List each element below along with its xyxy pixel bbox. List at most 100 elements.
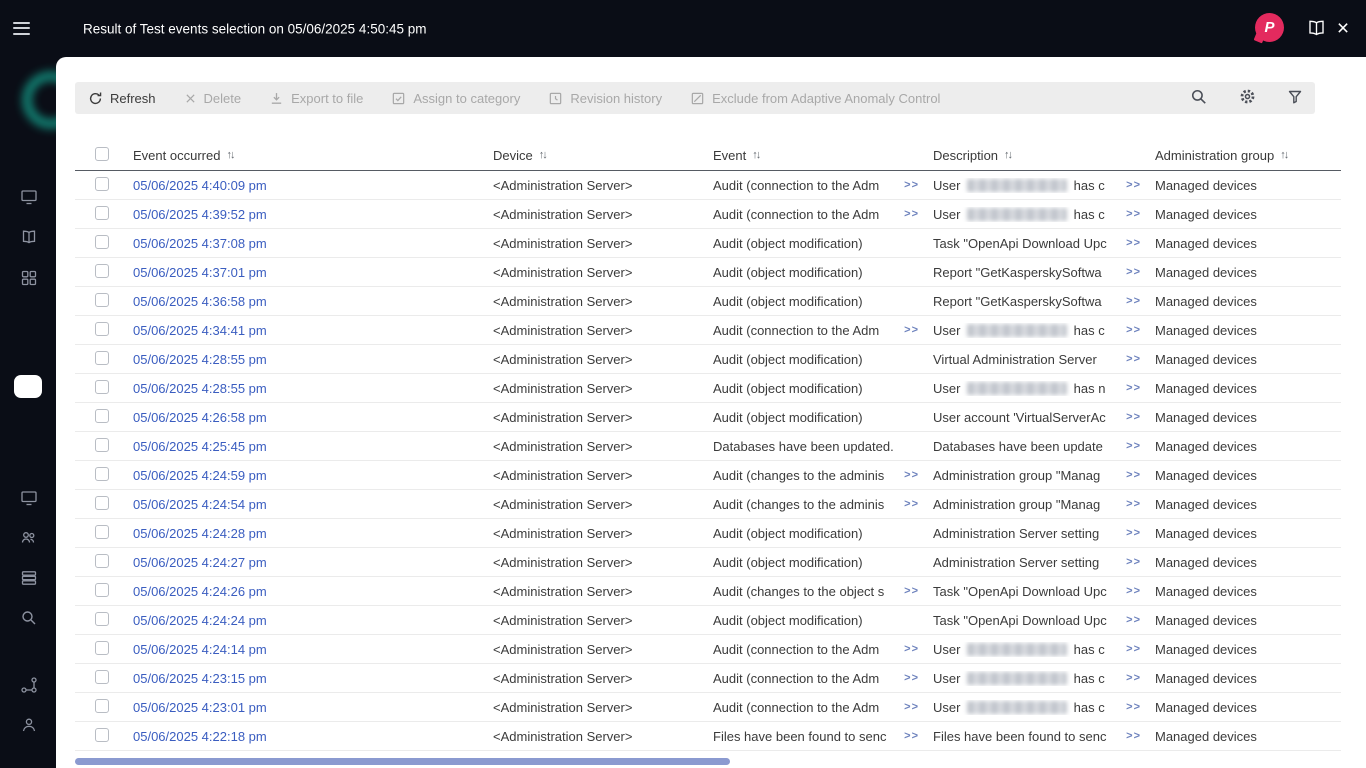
- row-checkbox[interactable]: [95, 524, 109, 539]
- desc-expand-link[interactable]: >>: [1126, 411, 1141, 423]
- desc-expand-link[interactable]: >>: [1126, 382, 1141, 394]
- row-checkbox[interactable]: [95, 176, 109, 191]
- event-expand-link[interactable]: >>: [904, 701, 919, 713]
- table-row[interactable]: 05/06/2025 4:23:01 pm <Administration Se…: [75, 693, 1341, 722]
- table-row[interactable]: 05/06/2025 4:37:08 pm <Administration Se…: [75, 229, 1341, 258]
- event-expand-link[interactable]: >>: [904, 643, 919, 655]
- event-time-link[interactable]: 05/06/2025 4:26:58 pm: [133, 410, 267, 425]
- table-row[interactable]: 05/06/2025 4:22:18 pm <Administration Se…: [75, 722, 1341, 751]
- revision-history-button[interactable]: Revision history: [548, 91, 662, 106]
- desc-expand-link[interactable]: >>: [1126, 324, 1141, 336]
- row-checkbox[interactable]: [95, 205, 109, 220]
- row-checkbox[interactable]: [95, 263, 109, 278]
- monitoring-monitor-icon[interactable]: [20, 188, 38, 206]
- row-checkbox[interactable]: [95, 611, 109, 626]
- event-time-link[interactable]: 05/06/2025 4:24:27 pm: [133, 555, 267, 570]
- close-icon[interactable]: ×: [1328, 14, 1358, 44]
- row-checkbox[interactable]: [95, 553, 109, 568]
- menu-icon[interactable]: [13, 22, 30, 38]
- desc-expand-link[interactable]: >>: [1126, 498, 1141, 510]
- desc-expand-link[interactable]: >>: [1126, 353, 1141, 365]
- event-time-link[interactable]: 05/06/2025 4:36:58 pm: [133, 294, 267, 309]
- search-icon[interactable]: [1189, 88, 1209, 108]
- event-time-link[interactable]: 05/06/2025 4:37:08 pm: [133, 236, 267, 251]
- table-row[interactable]: 05/06/2025 4:39:52 pm <Administration Se…: [75, 200, 1341, 229]
- table-row[interactable]: 05/06/2025 4:23:15 pm <Administration Se…: [75, 664, 1341, 693]
- table-row[interactable]: 05/06/2025 4:28:55 pm <Administration Se…: [75, 374, 1341, 403]
- desc-expand-link[interactable]: >>: [1126, 556, 1141, 568]
- desc-expand-link[interactable]: >>: [1126, 643, 1141, 655]
- event-time-link[interactable]: 05/06/2025 4:28:55 pm: [133, 352, 267, 367]
- event-time-link[interactable]: 05/06/2025 4:24:26 pm: [133, 584, 267, 599]
- desc-expand-link[interactable]: >>: [1126, 701, 1141, 713]
- desc-expand-link[interactable]: >>: [1126, 469, 1141, 481]
- table-row[interactable]: 05/06/2025 4:24:59 pm <Administration Se…: [75, 461, 1341, 490]
- settings-gear-icon[interactable]: [1237, 88, 1257, 108]
- users-icon[interactable]: [20, 529, 38, 547]
- row-checkbox[interactable]: [95, 727, 109, 742]
- desc-expand-link[interactable]: >>: [1126, 672, 1141, 684]
- event-expand-link[interactable]: >>: [904, 498, 919, 510]
- desc-expand-link[interactable]: >>: [1126, 527, 1141, 539]
- event-expand-link[interactable]: >>: [904, 730, 919, 742]
- event-expand-link[interactable]: >>: [904, 469, 919, 481]
- row-checkbox[interactable]: [95, 292, 109, 307]
- event-expand-link[interactable]: >>: [904, 208, 919, 220]
- row-checkbox[interactable]: [95, 437, 109, 452]
- table-row[interactable]: 05/06/2025 4:40:09 pm <Administration Se…: [75, 171, 1341, 200]
- server-stack-icon[interactable]: [20, 569, 38, 587]
- row-checkbox[interactable]: [95, 350, 109, 365]
- row-checkbox[interactable]: [95, 669, 109, 684]
- sort-icon[interactable]: ↑↓: [1004, 149, 1013, 161]
- reports-book-icon[interactable]: [20, 228, 38, 246]
- table-row[interactable]: 05/06/2025 4:36:58 pm <Administration Se…: [75, 287, 1341, 316]
- event-time-link[interactable]: 05/06/2025 4:28:55 pm: [133, 381, 267, 396]
- exclude-anomaly-button[interactable]: Exclude from Adaptive Anomaly Control: [690, 91, 940, 106]
- table-row[interactable]: 05/06/2025 4:24:24 pm <Administration Se…: [75, 606, 1341, 635]
- horizontal-scrollbar[interactable]: [75, 758, 730, 765]
- event-time-link[interactable]: 05/06/2025 4:24:28 pm: [133, 526, 267, 541]
- desc-expand-link[interactable]: >>: [1126, 295, 1141, 307]
- table-row[interactable]: 05/06/2025 4:37:01 pm <Administration Se…: [75, 258, 1341, 287]
- table-row[interactable]: 05/06/2025 4:34:41 pm <Administration Se…: [75, 316, 1341, 345]
- event-time-link[interactable]: 05/06/2025 4:40:09 pm: [133, 178, 267, 193]
- assign-to-category-button[interactable]: Assign to category: [391, 91, 520, 106]
- row-checkbox[interactable]: [95, 321, 109, 336]
- table-row[interactable]: 05/06/2025 4:25:45 pm <Administration Se…: [75, 432, 1341, 461]
- sort-icon[interactable]: ↑↓: [226, 149, 235, 161]
- event-time-link[interactable]: 05/06/2025 4:22:18 pm: [133, 729, 267, 744]
- table-row[interactable]: 05/06/2025 4:24:26 pm <Administration Se…: [75, 577, 1341, 606]
- column-header-event[interactable]: Event ↑↓: [713, 148, 933, 163]
- event-time-link[interactable]: 05/06/2025 4:24:24 pm: [133, 613, 267, 628]
- column-header-device[interactable]: Device ↑↓: [493, 148, 713, 163]
- row-checkbox[interactable]: [95, 234, 109, 249]
- refresh-button[interactable]: Refresh: [88, 91, 156, 106]
- desc-expand-link[interactable]: >>: [1126, 730, 1141, 742]
- event-time-link[interactable]: 05/06/2025 4:23:15 pm: [133, 671, 267, 686]
- sort-icon[interactable]: ↑↓: [1280, 149, 1289, 161]
- delete-button[interactable]: Delete: [184, 91, 241, 106]
- row-checkbox[interactable]: [95, 379, 109, 394]
- column-header-administration-group[interactable]: Administration group ↑↓: [1155, 148, 1341, 163]
- table-row[interactable]: 05/06/2025 4:24:27 pm <Administration Se…: [75, 548, 1341, 577]
- table-row[interactable]: 05/06/2025 4:24:28 pm <Administration Se…: [75, 519, 1341, 548]
- sort-icon[interactable]: ↑↓: [539, 149, 548, 161]
- desc-expand-link[interactable]: >>: [1126, 266, 1141, 278]
- row-checkbox[interactable]: [95, 582, 109, 597]
- select-all-checkbox[interactable]: [95, 146, 109, 161]
- topology-nodes-icon[interactable]: [20, 676, 38, 694]
- devices-grid-icon[interactable]: [20, 269, 38, 287]
- event-time-link[interactable]: 05/06/2025 4:24:59 pm: [133, 468, 267, 483]
- sidebar-search-icon[interactable]: [20, 609, 38, 627]
- event-expand-link[interactable]: >>: [904, 179, 919, 191]
- table-row[interactable]: 05/06/2025 4:24:54 pm <Administration Se…: [75, 490, 1341, 519]
- column-header-description[interactable]: Description ↑↓: [933, 148, 1155, 163]
- event-time-link[interactable]: 05/06/2025 4:39:52 pm: [133, 207, 267, 222]
- event-expand-link[interactable]: >>: [904, 672, 919, 684]
- row-checkbox[interactable]: [95, 466, 109, 481]
- event-time-link[interactable]: 05/06/2025 4:37:01 pm: [133, 265, 267, 280]
- event-time-link[interactable]: 05/06/2025 4:25:45 pm: [133, 439, 267, 454]
- endpoint-monitor-icon[interactable]: [20, 489, 38, 507]
- filter-funnel-icon[interactable]: [1285, 88, 1305, 108]
- row-checkbox[interactable]: [95, 640, 109, 655]
